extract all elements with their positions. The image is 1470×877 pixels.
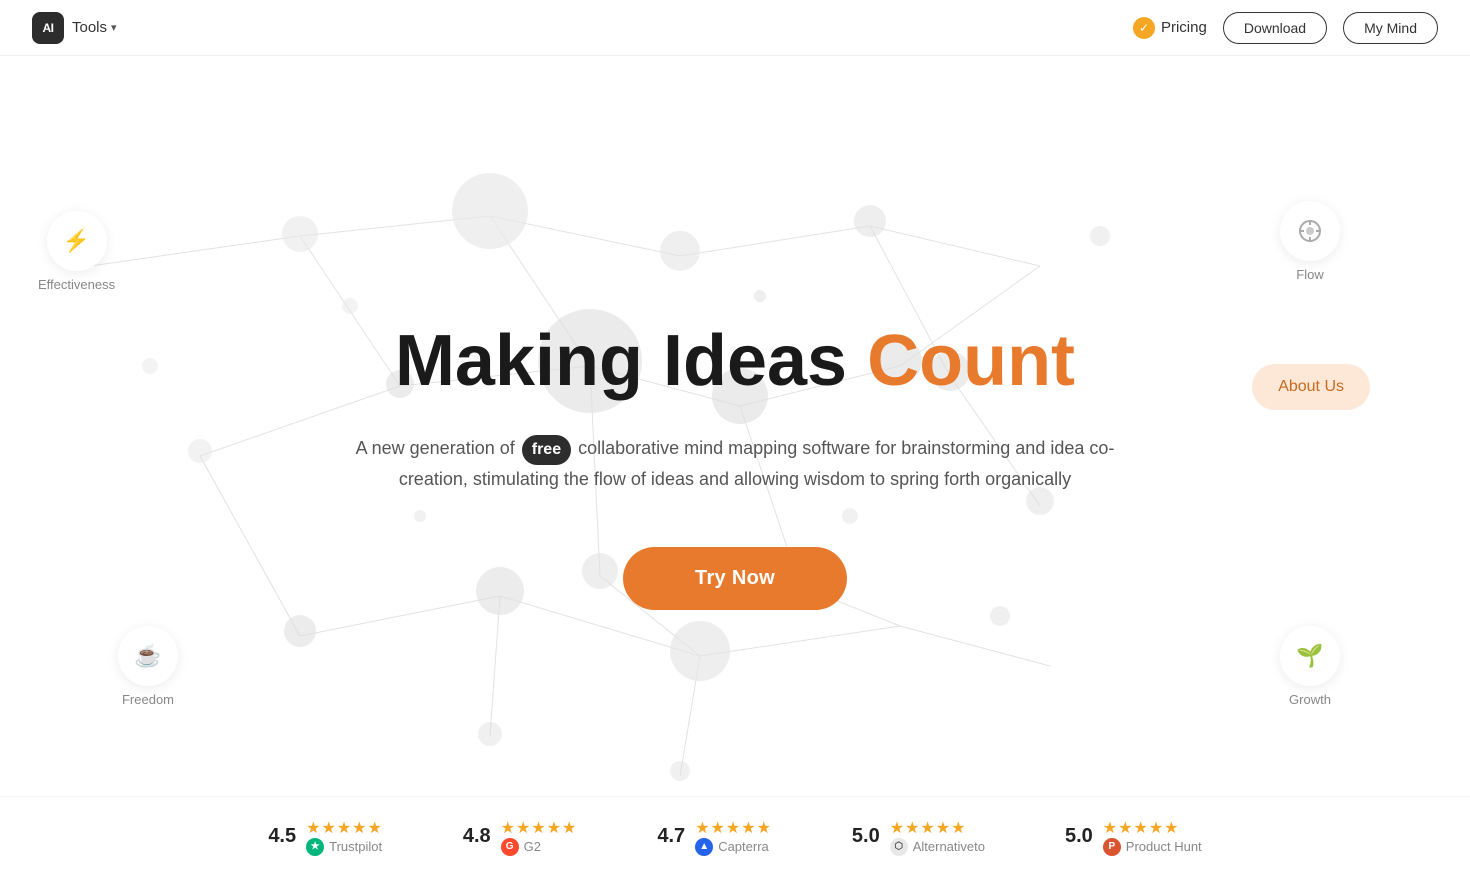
hero-content: Making Ideas Count A new generation of f… <box>331 322 1139 609</box>
pricing-label: Pricing <box>1161 19 1207 36</box>
effectiveness-label: Effectiveness <box>38 277 115 292</box>
navbar-left: AI Tools ▾ <box>32 12 117 44</box>
producthunt-score: 5.0 <box>1065 825 1093 848</box>
effectiveness-icon: ⚡ <box>47 211 107 271</box>
about-us-bubble[interactable]: About Us <box>1252 364 1370 410</box>
mymind-button[interactable]: My Mind <box>1343 12 1438 44</box>
g2-stars: ★★★★★ <box>501 818 578 838</box>
trustpilot-stars-block: ★★★★★ ★ Trustpilot <box>306 818 383 856</box>
flow-label: Flow <box>1296 267 1323 282</box>
rating-g2: 4.8 ★★★★★ G G2 <box>463 818 578 856</box>
growth-label: Growth <box>1289 692 1331 707</box>
trustpilot-platform: ★ Trustpilot <box>306 838 383 856</box>
free-badge: free <box>522 435 571 465</box>
navbar: AI Tools ▾ ✓ Pricing Download My Mind <box>0 0 1470 56</box>
producthunt-platform: P Product Hunt <box>1103 838 1202 856</box>
trustpilot-stars: ★★★★★ <box>306 818 383 838</box>
ai-logo: AI <box>32 12 64 44</box>
download-button[interactable]: Download <box>1223 12 1327 44</box>
g2-icon: G <box>501 838 519 856</box>
flow-float: Flow <box>1280 201 1340 282</box>
growth-float: 🌱 Growth <box>1280 626 1340 707</box>
about-us-label: About Us <box>1278 378 1344 395</box>
flow-icon <box>1280 201 1340 261</box>
capterra-stars: ★★★★★ <box>695 818 772 838</box>
rating-trustpilot: 4.5 ★★★★★ ★ Trustpilot <box>268 818 383 856</box>
tools-label: Tools <box>72 19 107 36</box>
freedom-float: ☕ Freedom <box>118 626 178 707</box>
capterra-score: 4.7 <box>657 825 685 848</box>
hero-subtitle: A new generation of free collaborative m… <box>355 434 1115 495</box>
alternativeto-stars-block: ★★★★★ ⬡ Alternativeto <box>890 818 985 856</box>
freedom-label: Freedom <box>122 692 174 707</box>
try-now-button[interactable]: Try Now <box>623 547 847 610</box>
hero-title: Making Ideas Count <box>355 322 1115 401</box>
pricing-icon: ✓ <box>1133 17 1155 39</box>
pricing-button[interactable]: ✓ Pricing <box>1133 17 1207 39</box>
producthunt-icon: P <box>1103 838 1121 856</box>
hero-title-orange: Count <box>867 321 1075 401</box>
capterra-icon: ▲ <box>695 838 713 856</box>
rating-capterra: 4.7 ★★★★★ ▲ Capterra <box>657 818 772 856</box>
hero-section: ⚡ Effectiveness Flow About Us ☕ Freedom … <box>0 56 1470 876</box>
capterra-stars-block: ★★★★★ ▲ Capterra <box>695 818 772 856</box>
tools-button[interactable]: Tools ▾ <box>72 19 117 36</box>
rating-alternativeto: 5.0 ★★★★★ ⬡ Alternativeto <box>852 818 985 856</box>
hero-title-part1: Making Ideas <box>395 321 867 401</box>
g2-score: 4.8 <box>463 825 491 848</box>
ratings-bar: 4.5 ★★★★★ ★ Trustpilot 4.8 ★★★★★ G G2 4.… <box>0 796 1470 876</box>
g2-stars-block: ★★★★★ G G2 <box>501 818 578 856</box>
producthunt-stars: ★★★★★ <box>1103 818 1202 838</box>
rating-producthunt: 5.0 ★★★★★ P Product Hunt <box>1065 818 1202 856</box>
navbar-right: ✓ Pricing Download My Mind <box>1133 12 1438 44</box>
trustpilot-icon: ★ <box>306 838 324 856</box>
effectiveness-float: ⚡ Effectiveness <box>38 211 115 292</box>
producthunt-stars-block: ★★★★★ P Product Hunt <box>1103 818 1202 856</box>
chevron-down-icon: ▾ <box>111 21 117 34</box>
freedom-icon: ☕ <box>118 626 178 686</box>
alternativeto-score: 5.0 <box>852 825 880 848</box>
g2-platform: G G2 <box>501 838 578 856</box>
alternativeto-icon: ⬡ <box>890 838 908 856</box>
alternativeto-stars: ★★★★★ <box>890 818 985 838</box>
alternativeto-platform: ⬡ Alternativeto <box>890 838 985 856</box>
trustpilot-score: 4.5 <box>268 825 296 848</box>
capterra-platform: ▲ Capterra <box>695 838 772 856</box>
growth-icon: 🌱 <box>1280 626 1340 686</box>
